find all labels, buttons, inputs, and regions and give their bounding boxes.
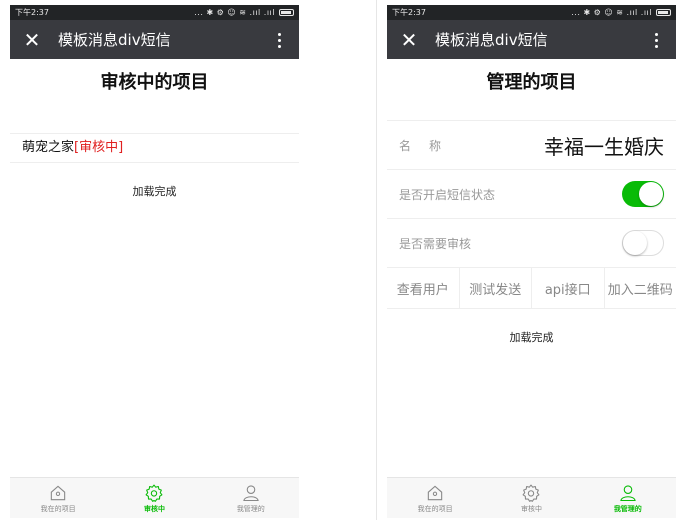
- status-time: 下午2:37: [392, 8, 426, 17]
- title-bar: ✕ 模板消息div短信: [10, 20, 299, 59]
- tab-pending[interactable]: 审核中: [106, 478, 202, 518]
- bottom-tab-bar: 我在的项目 审核中 我管理的: [10, 477, 299, 518]
- close-button[interactable]: ✕: [397, 28, 421, 52]
- screen-separator: [376, 0, 377, 520]
- person-icon: [243, 484, 259, 501]
- dot-icon: [654, 38, 658, 42]
- review-required-row: 是否需要审核: [387, 219, 676, 268]
- home-icon: [50, 485, 66, 500]
- screen-pending-projects: 下午2:37 ... ✱ ⚙ ☺ ≋ .ııl .ııl ✕ 模板消息div短信…: [10, 5, 299, 518]
- tab-managed[interactable]: 我管理的: [580, 478, 676, 518]
- status-bar: 下午2:37 ... ✱ ⚙ ☺ ≋ .ııl .ııl: [10, 5, 299, 20]
- sms-status-toggle[interactable]: [622, 181, 664, 207]
- section-heading: 管理的项目: [486, 72, 577, 93]
- section-heading: 审核中的项目: [100, 72, 209, 93]
- view-users-button[interactable]: 查看用户: [387, 268, 460, 308]
- action-buttons: 查看用户 测试发送 api接口 加入二维码: [387, 268, 676, 309]
- dot-icon: [277, 44, 281, 48]
- tab-label: 我在的项目: [40, 504, 76, 513]
- api-button[interactable]: api接口: [532, 268, 605, 308]
- tab-my-projects[interactable]: 我在的项目: [10, 478, 106, 518]
- status-time: 下午2:37: [15, 8, 49, 17]
- load-complete-text: 加载完成: [509, 331, 554, 344]
- load-complete-text: 加载完成: [132, 185, 177, 198]
- tab-pending[interactable]: 审核中: [483, 478, 579, 518]
- status-icons: ... ✱ ⚙ ☺ ≋ .ııl .ııl: [571, 8, 652, 17]
- sms-status-label: 是否开启短信状态: [399, 187, 496, 202]
- tab-label: 我在的项目: [417, 504, 453, 513]
- toggle-knob: [639, 182, 663, 206]
- tab-my-projects[interactable]: 我在的项目: [387, 478, 483, 518]
- dot-icon: [277, 32, 281, 36]
- battery-icon: [656, 9, 671, 16]
- person-icon: [620, 484, 636, 501]
- gear-icon: [523, 484, 540, 502]
- home-icon: [427, 485, 443, 500]
- toggle-knob: [623, 231, 647, 255]
- dot-icon: [654, 44, 658, 48]
- more-menu-button[interactable]: [269, 28, 289, 52]
- tab-label: 我管理的: [613, 504, 642, 513]
- bottom-tab-bar: 我在的项目 审核中 我管理的: [387, 477, 676, 518]
- battery-icon: [279, 9, 294, 16]
- project-name: 萌宠之家: [22, 140, 75, 155]
- gear-icon: [146, 484, 163, 502]
- tab-label: 审核中: [143, 504, 165, 513]
- tab-label: 我管理的: [236, 504, 265, 513]
- project-settings-form: 名称 幸福一生婚庆 是否开启短信状态 是否需要审核 查看用户 测试发送 api接…: [387, 120, 676, 309]
- close-icon: ✕: [23, 27, 41, 52]
- title-bar: ✕ 模板消息div短信: [387, 20, 676, 59]
- more-menu-button[interactable]: [646, 28, 666, 52]
- pending-project-item[interactable]: 萌宠之家[审核中]: [10, 133, 299, 163]
- page-title: 模板消息div短信: [435, 31, 548, 49]
- close-button[interactable]: ✕: [20, 28, 44, 52]
- tab-label: 审核中: [520, 504, 542, 513]
- status-bar: 下午2:37 ... ✱ ⚙ ☺ ≋ .ııl .ııl: [387, 5, 676, 20]
- close-icon: ✕: [400, 27, 418, 52]
- name-row: 名称 幸福一生婚庆: [387, 121, 676, 170]
- add-qrcode-button[interactable]: 加入二维码: [605, 268, 677, 308]
- test-send-button[interactable]: 测试发送: [460, 268, 532, 308]
- project-status: [审核中]: [74, 140, 124, 155]
- tab-managed[interactable]: 我管理的: [203, 478, 299, 518]
- screen-managed-projects: 下午2:37 ... ✱ ⚙ ☺ ≋ .ııl .ııl ✕ 模板消息div短信…: [387, 5, 676, 518]
- project-name-value: 幸福一生婚庆: [544, 134, 664, 159]
- name-label: 名称: [399, 138, 460, 153]
- review-required-label: 是否需要审核: [399, 236, 472, 251]
- dot-icon: [277, 38, 281, 42]
- sms-status-row: 是否开启短信状态: [387, 170, 676, 219]
- dot-icon: [654, 32, 658, 36]
- review-required-toggle[interactable]: [622, 230, 664, 256]
- page-title: 模板消息div短信: [58, 31, 171, 49]
- status-icons: ... ✱ ⚙ ☺ ≋ .ııl .ııl: [194, 8, 275, 17]
